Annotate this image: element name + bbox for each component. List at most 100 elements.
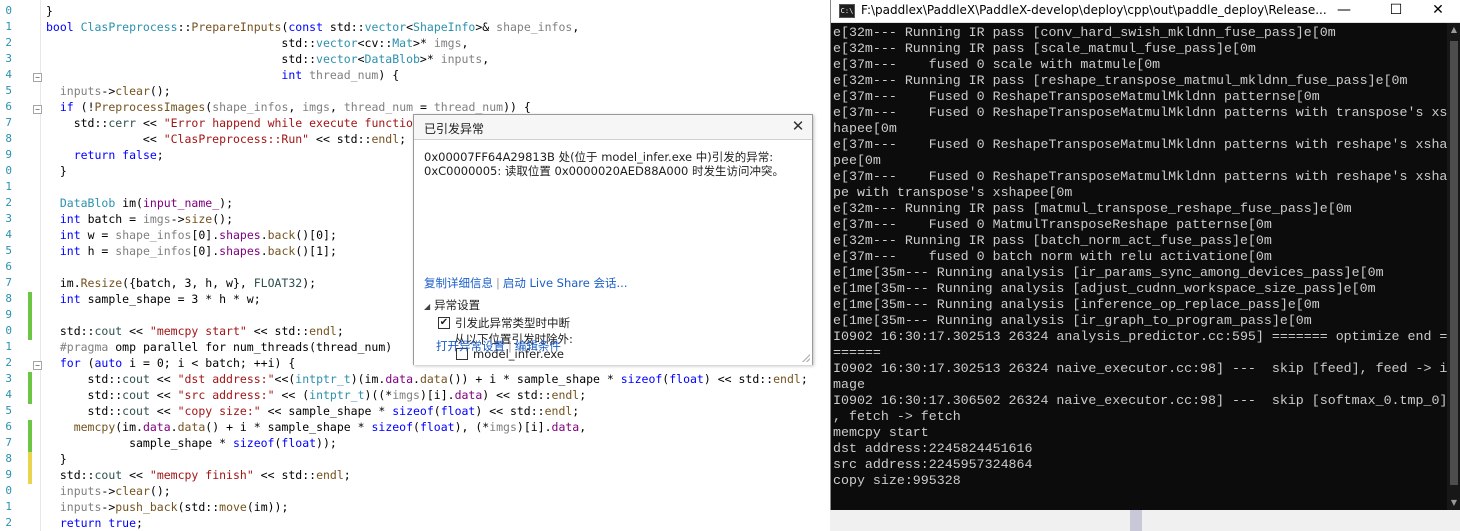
open-exception-settings-link[interactable]: 打开异常设置 [436, 339, 505, 353]
line-number: 4 [5, 388, 12, 401]
console-output[interactable]: e[32m--- Running IR pass [conv_hard_swis… [831, 23, 1447, 510]
console-title: F:\paddlex\PaddleX\PaddleX-develop\deplo… [861, 3, 1327, 17]
code-token: -> [101, 484, 116, 498]
console-line: e[1me[35m--- Running analysis [adjust_cu… [833, 281, 1376, 296]
live-share-link[interactable]: 启动 Live Share 会话... [503, 276, 628, 290]
code-line[interactable]: std::cout << "memcpy finish" << std::end… [46, 467, 351, 483]
code-token: -> [101, 84, 116, 98]
code-token: < [357, 36, 365, 50]
minimize-button[interactable]: — [1321, 0, 1367, 22]
exception-settings-header[interactable]: ◢ 异常设置 [424, 297, 480, 313]
code-token: endl [371, 132, 400, 146]
code-line[interactable]: int h = shape_infos[0].shapes.back()[1]; [46, 243, 337, 259]
copy-details-link[interactable]: 复制详细信息 [424, 276, 493, 290]
collapse-triangle-icon[interactable]: ◢ [424, 302, 430, 311]
console-line: e[32m--- Running IR pass [batch_norm_act… [833, 233, 1272, 248]
code-line[interactable]: for (auto i = 0; i < batch; ++i) { [46, 355, 295, 371]
code-token: << [122, 324, 150, 338]
scrollbar-thumb[interactable] [1450, 41, 1458, 485]
code-line[interactable]: std::cout << "memcpy start" << std::endl… [46, 323, 344, 339]
code-token: "ClasPreprocess::Run" [163, 132, 310, 146]
console-titlebar[interactable]: C:\ F:\paddlex\PaddleX\PaddleX-develop\d… [831, 0, 1460, 23]
code-token: cout [122, 388, 150, 402]
fold-toggle-if[interactable]: − [33, 105, 42, 114]
line-number: 0 [5, 164, 12, 177]
code-token: ; [136, 516, 143, 530]
code-token: std [46, 52, 303, 66]
line-number: 1 [5, 20, 12, 33]
code-token: -> [101, 500, 116, 514]
code-token: )[i]. [516, 420, 552, 434]
code-line[interactable]: inputs->clear(); [46, 483, 171, 499]
code-line[interactable]: memcpy(im.data.data() + i * sample_shape… [46, 419, 586, 435]
close-button[interactable]: ✕ [1415, 0, 1460, 22]
maximize-button[interactable]: ☐ [1373, 0, 1419, 22]
code-token: )) { [503, 100, 531, 114]
code-line[interactable]: } [46, 3, 53, 19]
line-number: 4 [5, 68, 12, 81]
code-line[interactable]: #pragma omp parallel for num_threads(thr… [46, 339, 392, 355]
break-on-exception-checkbox[interactable]: ✔ [438, 317, 450, 329]
code-token: std [46, 404, 109, 418]
code-token: sample_shape = 3 * h * w; [87, 292, 261, 306]
code-token: :: [108, 388, 123, 402]
fold-toggle-function[interactable]: − [33, 73, 42, 82]
code-line[interactable]: sample_shape * sizeof(float)); [46, 435, 337, 451]
code-line[interactable]: bool ClasPreprocess::PrepareInputs(const… [46, 19, 579, 35]
console-scrollbar[interactable]: ▲ ▼ [1447, 23, 1460, 510]
code-token: float [440, 404, 476, 418]
close-icon[interactable]: ✕ [790, 117, 806, 135]
code-line[interactable]: int sample_shape = 3 * h * w; [46, 291, 261, 307]
code-token: shapes [219, 244, 261, 258]
code-line[interactable]: DataBlob im(input_name_); [46, 195, 233, 211]
code-line[interactable]: } [46, 451, 67, 467]
code-token: imgs [302, 100, 330, 114]
break-on-exception-label: 引发此异常类型时中断 [455, 316, 570, 330]
code-token: < [357, 52, 365, 66]
fold-toggle-for[interactable]: − [33, 361, 42, 370]
scroll-down-icon[interactable]: ▼ [1447, 496, 1460, 510]
code-line[interactable]: std::cout << "src address:" << (intptr_t… [46, 387, 587, 403]
code-token: int [59, 244, 88, 258]
code-token: << [136, 116, 164, 130]
code-line[interactable]: inputs->clear(); [46, 83, 171, 99]
code-line[interactable]: inputs->push_back(std::move(im)); [46, 499, 289, 515]
code-token: :: [350, 20, 365, 34]
code-line[interactable]: std::cerr << "Error happend while execut… [46, 115, 413, 131]
code-line[interactable]: return true; [46, 515, 143, 531]
edit-conditions-link[interactable]: 编辑条件 [515, 339, 561, 353]
code-token: :: [302, 468, 317, 482]
console-line: memcpy start [833, 425, 929, 440]
code-token: :: [357, 132, 372, 146]
code-line[interactable]: int thread_num) { [46, 67, 399, 83]
code-token: data [142, 420, 171, 434]
code-line[interactable]: std::cout << "dst address:"<<(intptr_t)(… [46, 371, 808, 387]
code-token: = [413, 100, 434, 114]
code-line[interactable]: std::cout << "copy size:" << sample_shap… [46, 403, 580, 419]
line-number: 0 [5, 324, 12, 337]
code-line[interactable]: std::vector<cv::Mat>* imgs, [46, 35, 468, 51]
console-window[interactable]: C:\ F:\paddlex\PaddleX\PaddleX-develop\d… [830, 0, 1460, 510]
checkmark-icon: ✔ [439, 317, 449, 328]
scroll-up-icon[interactable]: ▲ [1447, 23, 1460, 37]
code-line[interactable]: << "ClasPreprocess::Run" << std::endl; [46, 131, 406, 147]
code-line[interactable]: std::vector<DataBlob>* inputs, [46, 51, 489, 67]
line-number: 4 [5, 228, 12, 241]
code-token: << [149, 388, 178, 402]
code-token: << sample_shape * [260, 404, 393, 418]
break-on-exception-row[interactable]: ✔ 引发此异常类型时中断 [438, 315, 570, 331]
code-token: [0]. [191, 244, 220, 258]
console-line: e[37m--- fused 0 batch norm with relu ac… [833, 249, 1272, 264]
change-bar-saved [28, 292, 32, 340]
line-number: 1 [5, 500, 12, 513]
code-line[interactable]: } [46, 163, 67, 179]
code-line[interactable]: return false; [46, 147, 164, 163]
code-line[interactable]: int batch = imgs->size(); [46, 211, 233, 227]
code-line[interactable]: int w = shape_infos[0].shapes.back()[0]; [46, 227, 337, 243]
code-line[interactable]: if (!PreprocessImages(shape_infos, imgs,… [46, 99, 531, 115]
resize-grip[interactable] [802, 354, 810, 362]
code-token: endl [309, 324, 337, 338]
code-line[interactable]: im.Resize({batch, 3, h, w}, FLOAT32); [46, 275, 316, 291]
